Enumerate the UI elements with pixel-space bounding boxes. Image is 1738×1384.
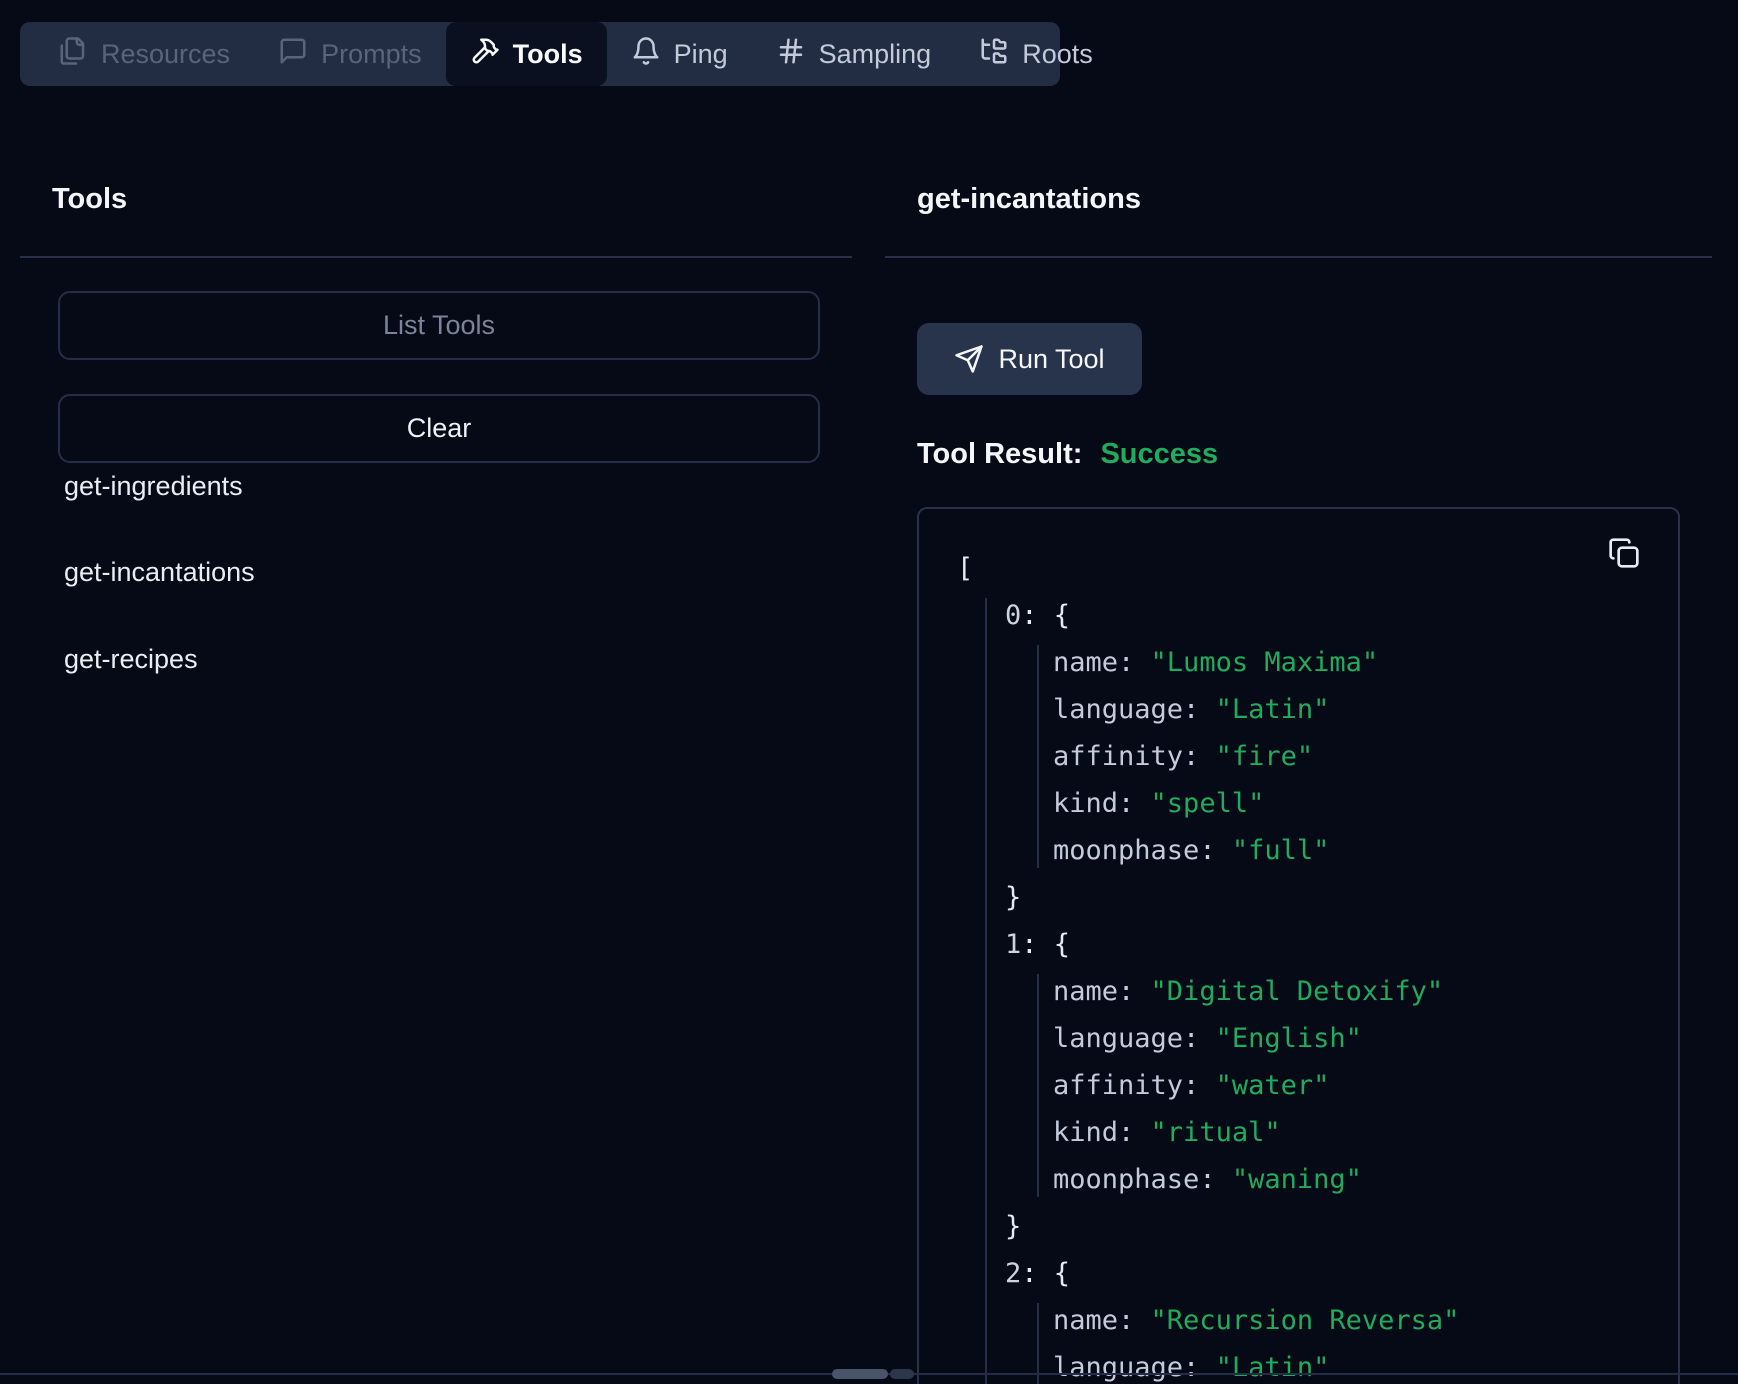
tool-result-json-viewer: [0: {name: "Lumos Maxima"language: "Lati… [917, 507, 1680, 1384]
json-line: } [957, 874, 1658, 921]
tab-ping-label: Ping [674, 39, 728, 70]
json-line: moonphase: "waning" [957, 1156, 1658, 1203]
tab-roots[interactable]: Roots [955, 22, 1117, 86]
tab-resources[interactable]: Resources [34, 22, 254, 86]
top-navbar: Resources Prompts Tools Ping Sampling Ro… [20, 22, 1060, 86]
tool-list-item-get-recipes[interactable]: get-recipes [64, 644, 198, 675]
horizontal-scrollbar-thumb-secondary [890, 1369, 914, 1379]
copy-icon [1608, 537, 1640, 569]
selected-tool-title: get-incantations [917, 183, 1141, 216]
left-panel-divider [20, 256, 852, 258]
folder-tree-icon [979, 36, 1009, 73]
tab-tools[interactable]: Tools [446, 22, 607, 86]
horizontal-scrollbar-thumb[interactable] [832, 1369, 888, 1379]
tools-panel-title: Tools [52, 183, 127, 216]
json-line: kind: "spell" [957, 780, 1658, 827]
json-line: name: "Recursion Reversa" [957, 1297, 1658, 1344]
tool-result-label: Tool Result: [917, 438, 1082, 470]
tab-sampling-label: Sampling [819, 39, 932, 70]
tab-roots-label: Roots [1022, 39, 1093, 70]
json-line: name: "Digital Detoxify" [957, 968, 1658, 1015]
tab-ping[interactable]: Ping [607, 22, 752, 86]
json-line: [ [957, 545, 1658, 592]
indent-guide [1037, 974, 1039, 1197]
json-line: language: "Latin" [957, 1344, 1658, 1384]
tab-prompts[interactable]: Prompts [254, 22, 446, 86]
json-content: [0: {name: "Lumos Maxima"language: "Lati… [919, 509, 1678, 1384]
hash-icon [776, 36, 806, 73]
indent-guide [985, 598, 987, 1384]
indent-guide [1037, 1303, 1039, 1384]
hammer-icon [470, 36, 500, 73]
list-tools-button[interactable]: List Tools [58, 291, 820, 360]
clear-button[interactable]: Clear [58, 394, 820, 463]
json-line: } [957, 1203, 1658, 1250]
send-icon [954, 344, 984, 374]
run-tool-button[interactable]: Run Tool [917, 323, 1142, 395]
tab-tools-label: Tools [513, 39, 583, 70]
message-square-icon [278, 36, 308, 73]
tool-list-item-get-ingredients[interactable]: get-ingredients [64, 471, 243, 502]
json-line: affinity: "fire" [957, 733, 1658, 780]
right-panel-divider [885, 256, 1712, 258]
json-line: 2: { [957, 1250, 1658, 1297]
tool-result-line: Tool Result: Success [917, 438, 1218, 471]
app-window: Resources Prompts Tools Ping Sampling Ro… [0, 0, 1738, 1384]
json-line: 1: { [957, 921, 1658, 968]
tab-sampling[interactable]: Sampling [752, 22, 956, 86]
tool-result-status: Success [1100, 438, 1218, 470]
tool-list-item-get-incantations[interactable]: get-incantations [64, 557, 255, 588]
tab-prompts-label: Prompts [321, 39, 422, 70]
json-line: moonphase: "full" [957, 827, 1658, 874]
json-line: name: "Lumos Maxima" [957, 639, 1658, 686]
indent-guide [1037, 645, 1039, 868]
run-tool-label: Run Tool [998, 344, 1104, 375]
bell-icon [631, 36, 661, 73]
json-line: kind: "ritual" [957, 1109, 1658, 1156]
json-line: 0: { [957, 592, 1658, 639]
json-line: language: "Latin" [957, 686, 1658, 733]
json-line: affinity: "water" [957, 1062, 1658, 1109]
json-line: language: "English" [957, 1015, 1658, 1062]
tab-resources-label: Resources [101, 39, 230, 70]
files-icon [58, 36, 88, 73]
copy-button[interactable] [1608, 537, 1640, 569]
